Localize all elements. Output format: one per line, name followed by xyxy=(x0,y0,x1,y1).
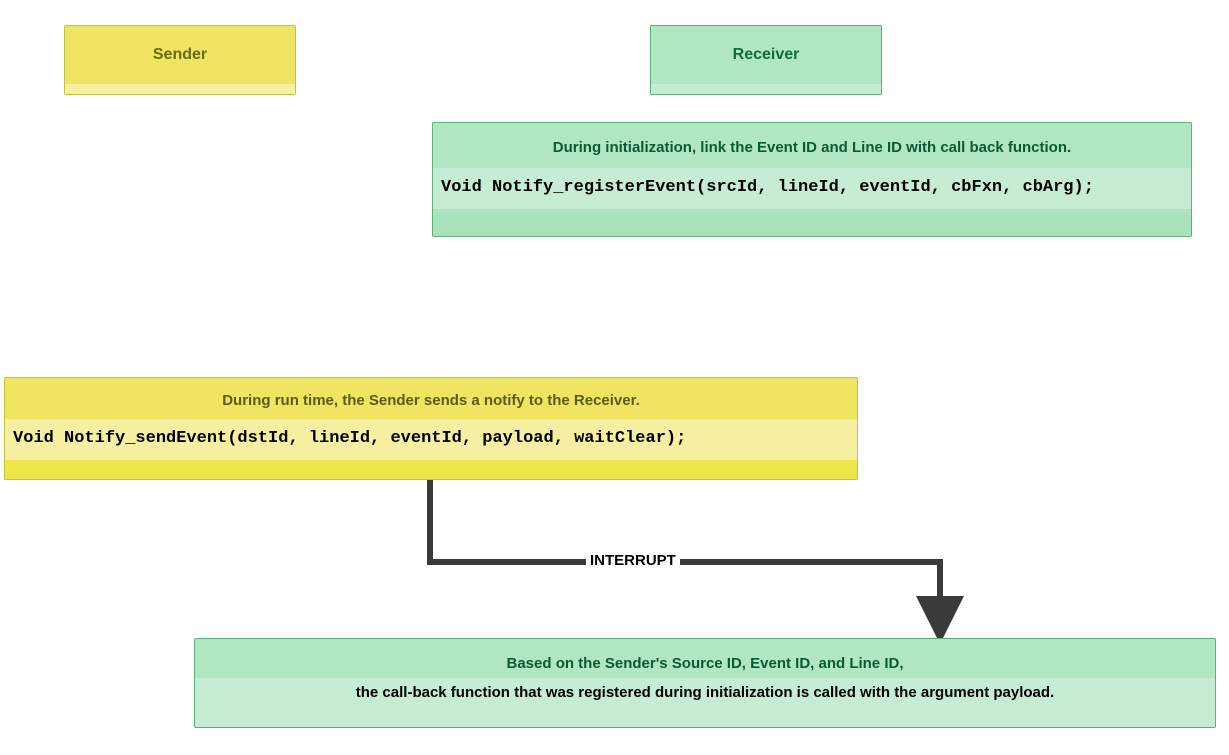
callback-line1: Based on the Sender's Source ID, Event I… xyxy=(195,639,1215,678)
callback-line2: the call-back function that was register… xyxy=(195,678,1215,727)
callback-box: Based on the Sender's Source ID, Event I… xyxy=(194,638,1216,728)
interrupt-label: INTERRUPT xyxy=(586,552,680,569)
